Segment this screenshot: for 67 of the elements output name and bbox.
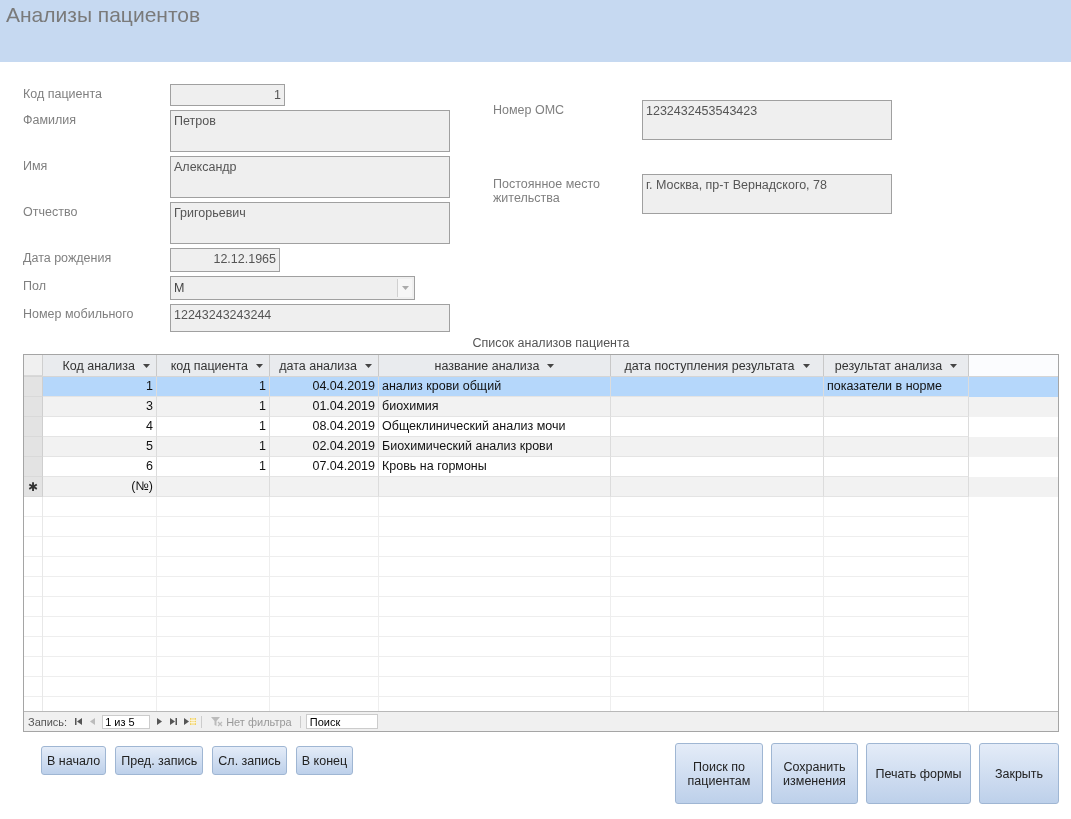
- table-cell: 1: [43, 377, 157, 397]
- caret-icon: [256, 363, 263, 368]
- combo-field[interactable]: М: [170, 276, 415, 300]
- table-row[interactable]: 3 1 01.04.2019 биохимия: [24, 397, 1058, 417]
- nav-button[interactable]: В конец: [295, 746, 354, 775]
- column-header[interactable]: дата поступления результата: [611, 355, 824, 376]
- table-cell: 04.04.2019: [270, 377, 379, 397]
- record-selector[interactable]: [24, 377, 43, 397]
- next-record-icon[interactable]: [155, 717, 165, 726]
- field-label: Имя: [23, 158, 49, 173]
- form-title: Анализы пациентов: [6, 3, 201, 27]
- text-field[interactable]: Петров: [170, 110, 450, 152]
- text-field[interactable]: 1: [170, 84, 285, 106]
- record-selector[interactable]: [24, 397, 43, 417]
- previous-record-icon[interactable]: [88, 717, 98, 726]
- caret-icon: [401, 286, 409, 290]
- table-row[interactable]: 1 1 04.04.2019 анализ крови общий показатели в норме: [24, 377, 1058, 397]
- text-field[interactable]: Григорьевич: [170, 202, 450, 244]
- action-button[interactable]: Поиск по пациентам: [675, 743, 763, 804]
- text-field[interactable]: 12.12.1965: [170, 248, 280, 272]
- field-label: Пол: [23, 278, 47, 293]
- action-button[interactable]: Печать формы: [866, 743, 971, 804]
- record-label: Запись:: [28, 715, 68, 728]
- record-position-field[interactable]: 1 из 5: [102, 714, 151, 729]
- field-label: Номер ОМС: [493, 102, 566, 117]
- table-row[interactable]: 5 1 02.04.2019 Биохимический анализ крови: [24, 437, 1058, 457]
- action-button[interactable]: Сохранить изменения: [771, 743, 858, 804]
- column-header[interactable]: Код анализа: [43, 355, 157, 376]
- text-field[interactable]: 12243243243244: [170, 304, 450, 332]
- text-field[interactable]: 1232432453543423: [642, 100, 892, 140]
- record-selector[interactable]: [24, 437, 43, 457]
- column-header[interactable]: результат анализа: [824, 355, 969, 376]
- column-header[interactable]: код пациента: [157, 355, 270, 376]
- caret-icon: [143, 363, 150, 368]
- caret-icon: [365, 363, 372, 368]
- nav-button[interactable]: Пред. запись: [115, 746, 204, 775]
- field-label: Номер мобильного: [23, 306, 135, 321]
- nav-button[interactable]: Сл. запись: [212, 746, 287, 775]
- action-button[interactable]: Закрыть: [979, 743, 1059, 804]
- dropdown-button[interactable]: [397, 279, 412, 297]
- record-selector[interactable]: [24, 417, 43, 437]
- column-header[interactable]: название анализа: [379, 355, 611, 376]
- nav-button[interactable]: В начало: [41, 746, 107, 775]
- table-cell: показатели в норме: [824, 377, 969, 397]
- record-selector[interactable]: [24, 457, 43, 477]
- caret-icon: [802, 363, 810, 368]
- table-cell: анализ крови общий: [379, 377, 611, 397]
- field-label: Дата рождения: [23, 250, 113, 265]
- table-cell: 1: [157, 377, 270, 397]
- funnel-icon: [210, 716, 224, 727]
- new-record-icon[interactable]: [183, 717, 197, 726]
- field-label: Фамилия: [23, 112, 78, 127]
- field-label: Код пациента: [23, 86, 103, 101]
- search-field[interactable]: Поиск: [305, 714, 378, 729]
- field-label: Постоянное место жительства: [493, 176, 601, 205]
- caret-icon: [547, 363, 555, 368]
- text-field[interactable]: г. Москва, пр-т Вернадского, 78: [642, 174, 892, 214]
- column-header[interactable]: дата анализа: [270, 355, 379, 376]
- new-record-marker: ✱: [24, 477, 43, 497]
- text-field[interactable]: Александр: [170, 156, 450, 198]
- select-all-corner[interactable]: [24, 355, 43, 376]
- table-cell: (№): [43, 477, 157, 497]
- caret-icon: [950, 363, 958, 368]
- field-label: Отчество: [23, 204, 79, 219]
- subform-caption: Список анализов пациента: [471, 336, 631, 350]
- last-record-icon[interactable]: [169, 717, 179, 726]
- first-record-icon[interactable]: [74, 717, 84, 726]
